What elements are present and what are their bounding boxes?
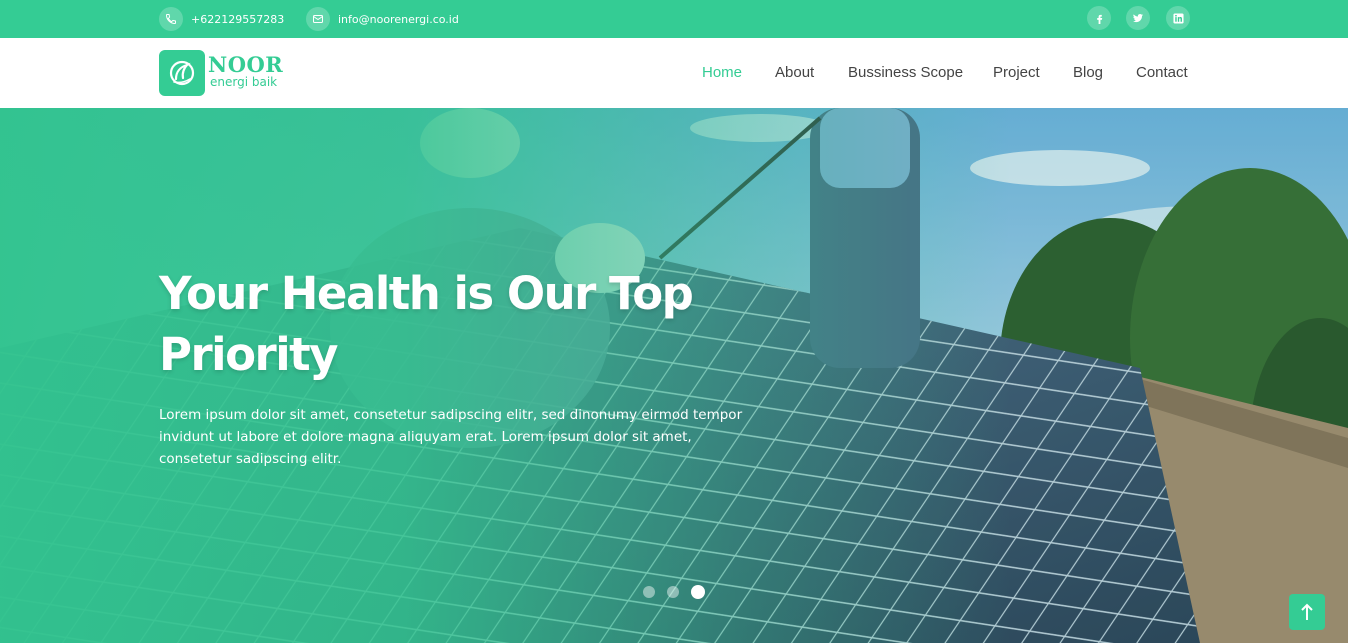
twitter-icon[interactable] [1126,6,1150,30]
back-to-top-button[interactable] [1289,594,1325,630]
phone-contact[interactable]: +622129557283 [159,7,284,31]
brand-logo[interactable] [159,50,205,96]
nav-home[interactable]: Home [702,63,742,83]
email-address: info@noorenergi.co.id [338,12,459,26]
arrow-up-icon [1301,603,1313,620]
email-contact[interactable]: info@noorenergi.co.id [306,7,459,31]
leaf-logo-icon [169,60,195,86]
hero-description: Lorem ipsum dolor sit amet, consetetur s… [159,407,743,467]
slider-dot-2[interactable] [667,586,679,598]
phone-icon [159,7,183,31]
hero-title: Your Health is Our Top Priority [159,267,694,381]
slider-pagination [643,585,717,599]
main-header: NOOR energi baik Home About Bussiness Sc… [0,38,1348,108]
slider-dot-1[interactable] [643,586,655,598]
nav-contact[interactable]: Contact [1136,63,1188,83]
nav-blog[interactable]: Blog [1073,63,1103,83]
brand-tagline: energi baik [210,75,278,89]
mail-icon [306,7,330,31]
nav-about[interactable]: About [775,63,814,83]
phone-number: +622129557283 [191,12,285,26]
linkedin-icon[interactable] [1166,6,1190,30]
facebook-icon[interactable] [1087,6,1111,30]
brand-name[interactable]: NOOR [208,53,283,77]
nav-project[interactable]: Project [993,63,1040,83]
slider-dot-3[interactable] [691,585,705,599]
top-bar: +622129557283 info@noorenergi.co.id [0,0,1348,38]
nav-business-scope[interactable]: Bussiness Scope [848,63,963,83]
hero-slider: Your Health is Our Top Priority Lorem ip… [0,108,1348,643]
